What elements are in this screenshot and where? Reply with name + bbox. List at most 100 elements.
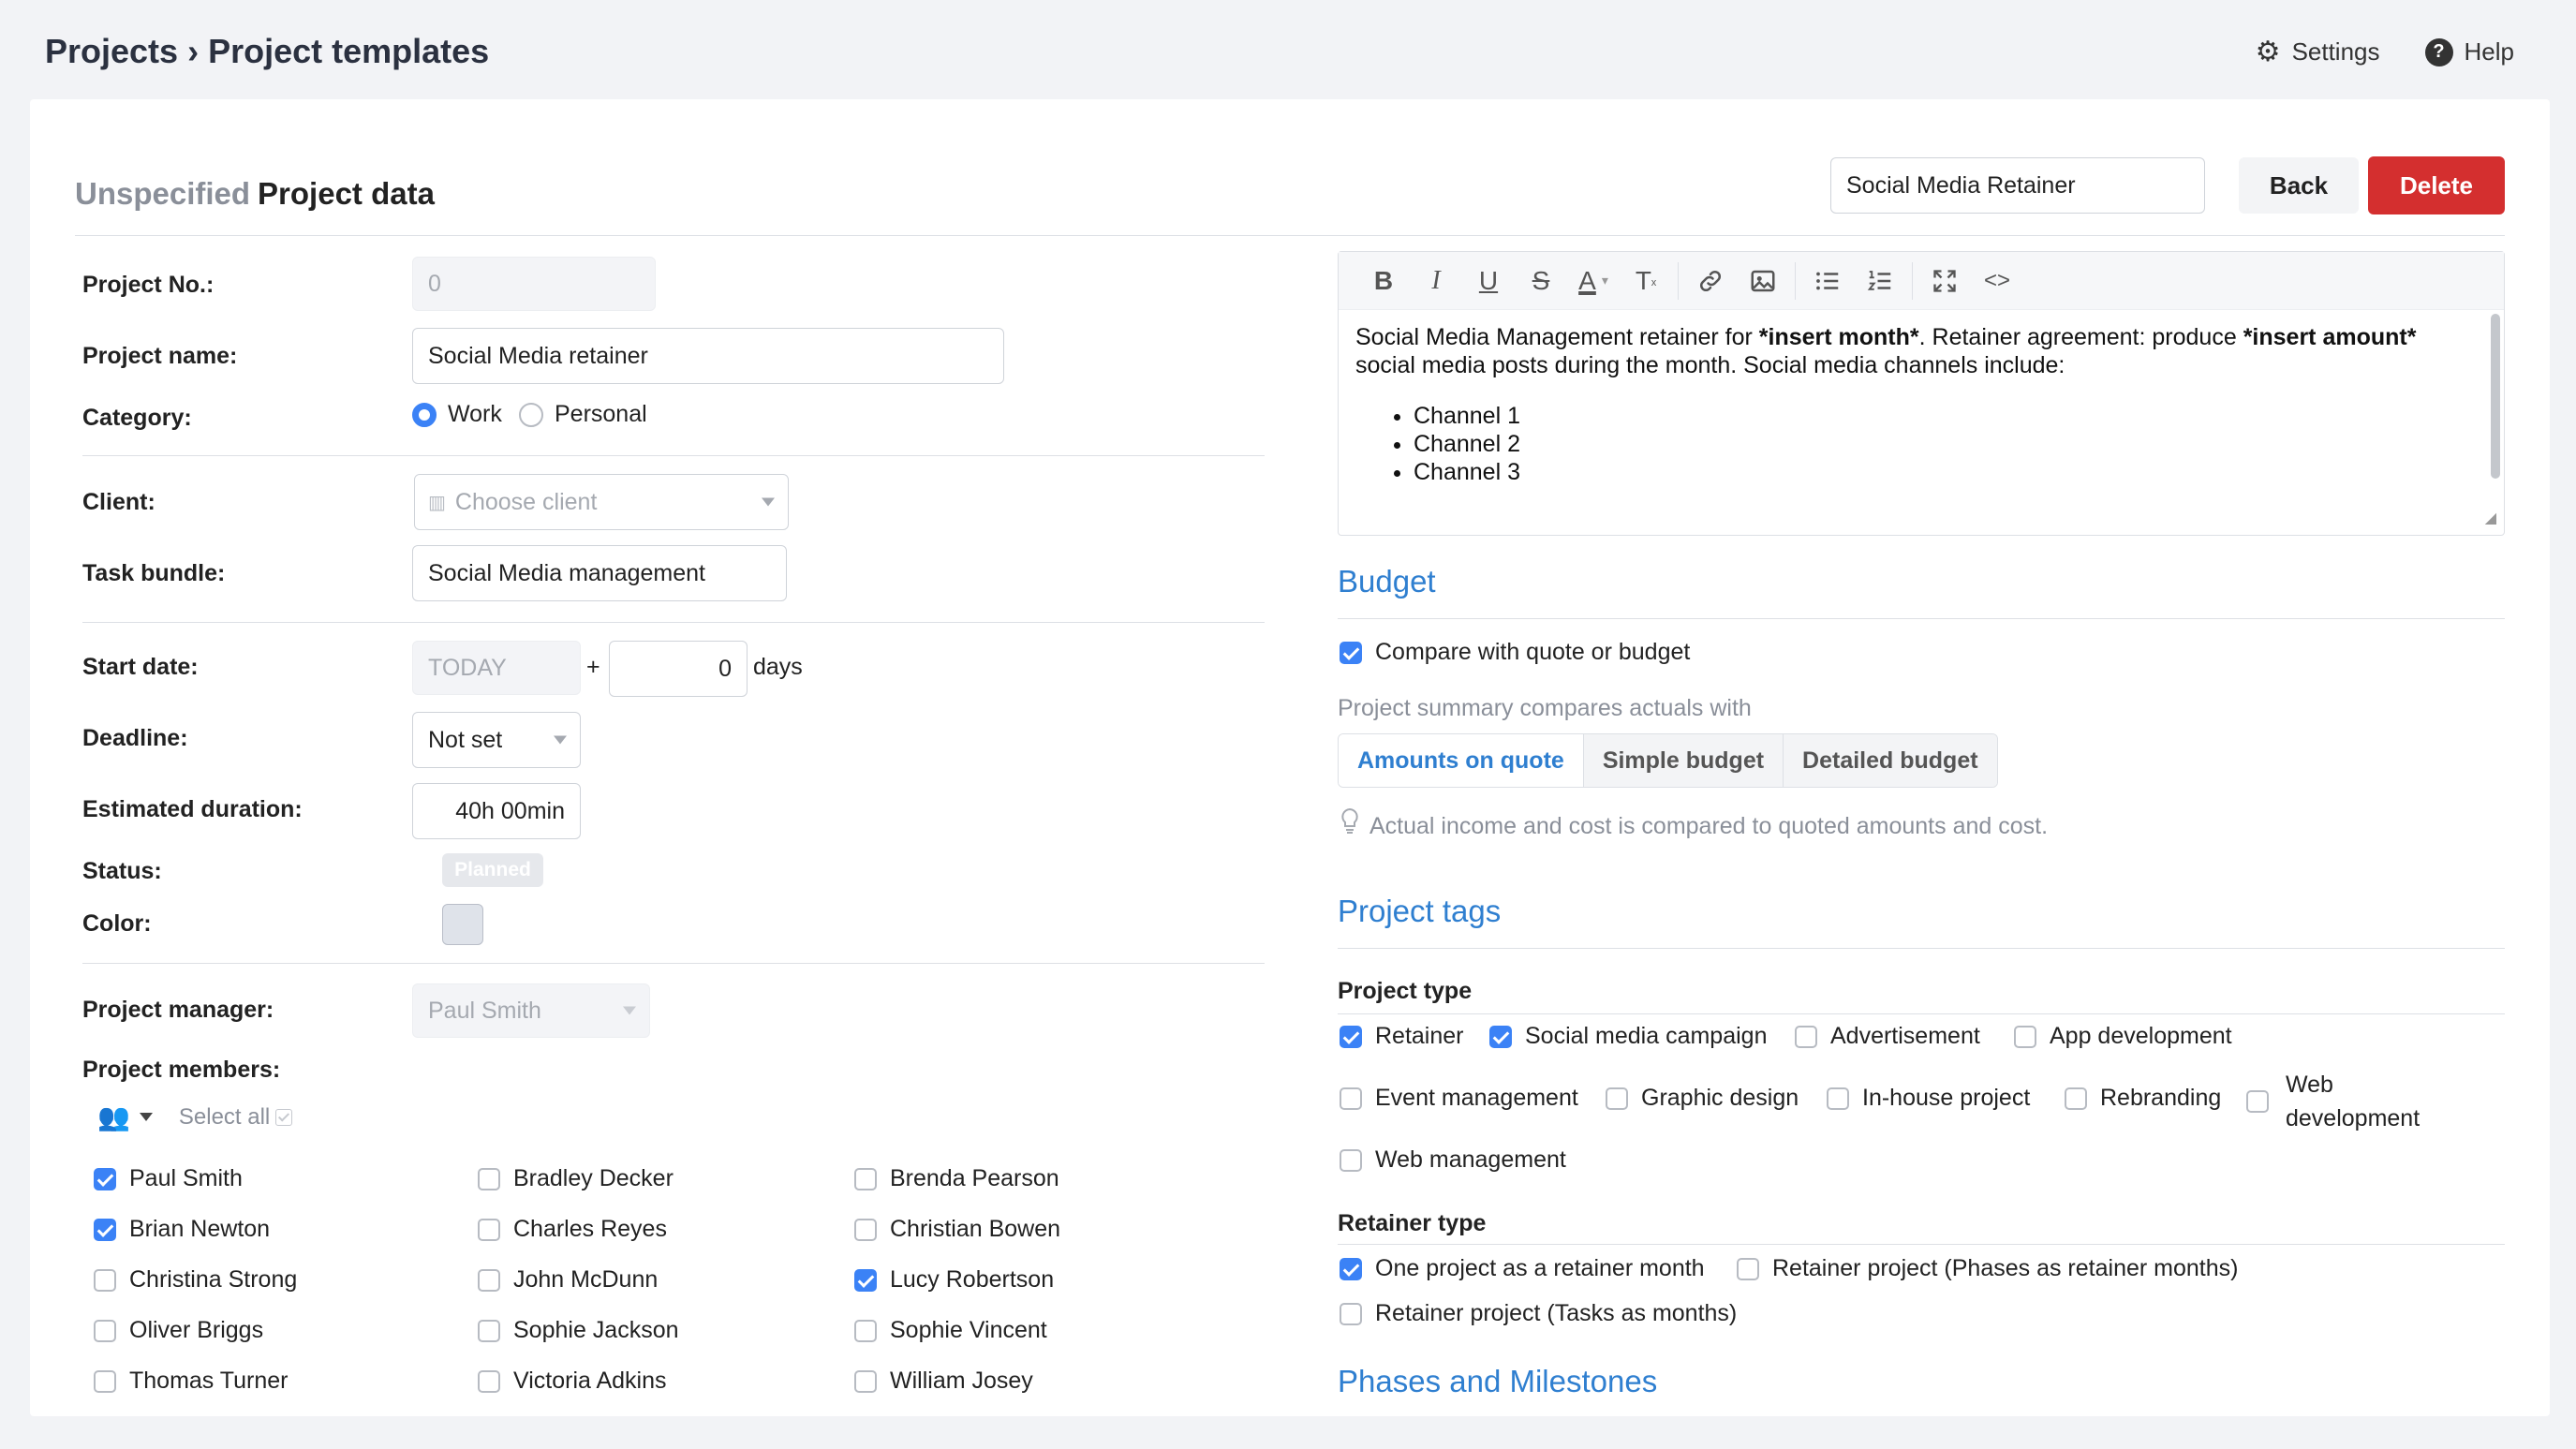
gear-icon: ⚙ bbox=[2255, 37, 2281, 67]
budget-title: Budget bbox=[1338, 564, 1436, 599]
text-segment: . Retainer agreement: produce bbox=[1918, 324, 2243, 350]
summary-hint: Project summary compares actuals with bbox=[1338, 695, 1752, 721]
settings-link[interactable]: ⚙ Settings bbox=[2256, 36, 2380, 68]
text-segment: Social Media Management retainer for bbox=[1355, 324, 1759, 350]
member-name: William Josey bbox=[890, 1368, 1033, 1394]
deadline-select[interactable]: Not set bbox=[412, 712, 581, 768]
tag-app-development-checkbox[interactable]: App development bbox=[2014, 1023, 2232, 1050]
member-checkbox[interactable]: Thomas Turner bbox=[94, 1368, 289, 1395]
tag-social-media-checkbox[interactable]: Social media campaign bbox=[1489, 1023, 1767, 1050]
clear-format-icon: T bbox=[1635, 265, 1651, 295]
fullscreen-button[interactable] bbox=[1918, 259, 1971, 303]
caret-down-icon[interactable] bbox=[139, 1113, 153, 1121]
member-name: Bradley Decker bbox=[513, 1165, 674, 1191]
bold-button[interactable]: B bbox=[1357, 259, 1410, 303]
title-muted: Unspecified bbox=[75, 176, 251, 211]
checkbox-checked-icon bbox=[1340, 1025, 1362, 1048]
plus-sign: + bbox=[586, 654, 600, 680]
tag-retainer-checkbox[interactable]: Retainer bbox=[1340, 1023, 1464, 1050]
checkbox-icon bbox=[854, 1369, 877, 1393]
editor-content[interactable]: Social Media Management retainer for *in… bbox=[1355, 323, 2476, 486]
image-icon bbox=[1751, 270, 1775, 291]
link-icon bbox=[1699, 270, 1722, 291]
tab-detailed-budget[interactable]: Detailed budget bbox=[1784, 734, 1997, 787]
project-name-label: Project name: bbox=[82, 343, 238, 369]
retainer-phases-checkbox[interactable]: Retainer project (Phases as retainer mon… bbox=[1737, 1255, 2238, 1282]
member-checkbox[interactable]: Christian Bowen bbox=[854, 1216, 1060, 1243]
toolbar-separator bbox=[1678, 261, 1679, 300]
code-view-button[interactable]: <> bbox=[1971, 259, 2023, 303]
delete-button[interactable]: Delete bbox=[2368, 156, 2505, 214]
radio-selected-icon bbox=[412, 402, 437, 427]
category-personal-radio[interactable]: Personal bbox=[519, 401, 647, 428]
retainer-month-checkbox[interactable]: One project as a retainer month bbox=[1340, 1255, 1705, 1282]
strikethrough-button[interactable]: S bbox=[1515, 259, 1567, 303]
project-no-field: 0 bbox=[412, 257, 656, 311]
member-checkbox[interactable]: Lucy Robertson bbox=[854, 1266, 1054, 1294]
member-checkbox[interactable]: Brenda Pearson bbox=[854, 1165, 1059, 1192]
member-checkbox[interactable]: Victoria Adkins bbox=[478, 1368, 667, 1395]
underline-button[interactable]: U bbox=[1462, 259, 1515, 303]
people-icon[interactable]: 👥 bbox=[97, 1102, 130, 1132]
tag-web-management-checkbox[interactable]: Web management bbox=[1340, 1146, 1566, 1174]
color-picker[interactable] bbox=[442, 904, 483, 945]
duration-input[interactable]: 40h 00min bbox=[412, 783, 581, 839]
member-checkbox[interactable]: Bradley Decker bbox=[478, 1165, 674, 1192]
tab-amounts-on-quote[interactable]: Amounts on quote bbox=[1339, 734, 1584, 787]
clear-format-button[interactable]: Tₓ bbox=[1620, 259, 1672, 303]
select-all-label[interactable]: Select all bbox=[179, 1104, 270, 1131]
help-link[interactable]: ? Help bbox=[2424, 36, 2514, 68]
text-color-button[interactable]: A ▾ bbox=[1567, 259, 1620, 303]
select-all-checkbox[interactable] bbox=[275, 1108, 293, 1126]
top-bar: Projects › Project templates ⚙ Settings ? … bbox=[0, 0, 2576, 99]
tag-event-management-checkbox[interactable]: Event management bbox=[1340, 1085, 1578, 1112]
resize-handle-icon[interactable]: ◢ bbox=[2485, 509, 2496, 527]
tag-label: Web management bbox=[1375, 1146, 1566, 1173]
retainer-tasks-checkbox[interactable]: Retainer project (Tasks as months) bbox=[1340, 1300, 1737, 1327]
member-checkbox[interactable]: Paul Smith bbox=[94, 1165, 243, 1192]
breadcrumb-projects[interactable]: Projects bbox=[45, 32, 178, 70]
member-name: Christian Bowen bbox=[890, 1216, 1061, 1242]
checkbox-icon bbox=[854, 1218, 877, 1241]
image-button[interactable] bbox=[1737, 259, 1789, 303]
member-checkbox[interactable]: Oliver Briggs bbox=[94, 1317, 263, 1344]
member-checkbox[interactable]: John McDunn bbox=[478, 1266, 658, 1294]
tag-advertisement-checkbox[interactable]: Advertisement bbox=[1795, 1023, 1980, 1050]
category-work-radio[interactable]: Work bbox=[412, 401, 502, 428]
project-name-input[interactable]: Social Media retainer bbox=[412, 328, 1004, 384]
tag-graphic-design-checkbox[interactable]: Graphic design bbox=[1606, 1085, 1799, 1112]
task-bundle-input[interactable]: Social Media management bbox=[412, 545, 787, 601]
start-offset-input[interactable]: 0 bbox=[609, 641, 748, 697]
member-checkbox[interactable]: Sophie Vincent bbox=[854, 1317, 1047, 1344]
tag-rebranding-checkbox[interactable]: Rebranding bbox=[2065, 1085, 2221, 1112]
member-checkbox[interactable]: Sophie Jackson bbox=[478, 1317, 679, 1344]
back-button[interactable]: Back bbox=[2239, 157, 2359, 214]
member-checkbox[interactable]: Christina Strong bbox=[94, 1266, 297, 1294]
status-label: Status: bbox=[82, 858, 162, 884]
checkbox-icon bbox=[854, 1319, 877, 1342]
member-checkbox[interactable]: Charles Reyes bbox=[478, 1216, 667, 1243]
editor-scrollbar[interactable] bbox=[2491, 314, 2500, 479]
tag-web-development-checkbox[interactable]: Web development bbox=[2246, 1068, 2420, 1135]
retainer-type-title: Retainer type bbox=[1338, 1210, 1487, 1236]
member-checkbox[interactable]: William Josey bbox=[854, 1368, 1033, 1395]
italic-button[interactable]: I bbox=[1410, 259, 1462, 303]
compare-budget-checkbox[interactable]: Compare with quote or budget bbox=[1340, 639, 1690, 666]
numbered-list-icon bbox=[1867, 270, 1891, 290]
member-name: Sophie Vincent bbox=[890, 1317, 1047, 1343]
checkbox-icon bbox=[1827, 1087, 1849, 1110]
tab-simple-budget[interactable]: Simple budget bbox=[1583, 734, 1784, 787]
tag-in-house-checkbox[interactable]: In-house project bbox=[1827, 1085, 2030, 1112]
project-data-panel: Unspecified Project data Social Media Ret… bbox=[30, 99, 2550, 1416]
bullet-list-button[interactable] bbox=[1801, 259, 1854, 303]
tag-label: Advertisement bbox=[1830, 1023, 1980, 1049]
member-checkbox[interactable]: Brian Newton bbox=[94, 1216, 270, 1243]
numbered-list-button[interactable] bbox=[1854, 259, 1906, 303]
link-button[interactable] bbox=[1684, 259, 1737, 303]
color-label: Color: bbox=[82, 910, 152, 937]
tag-label: Graphic design bbox=[1641, 1085, 1799, 1111]
template-name-input[interactable]: Social Media Retainer bbox=[1830, 157, 2205, 214]
checkbox-checked-icon bbox=[1340, 641, 1362, 664]
divider bbox=[82, 963, 1265, 964]
client-select[interactable]: ▥ Choose client bbox=[414, 474, 789, 530]
